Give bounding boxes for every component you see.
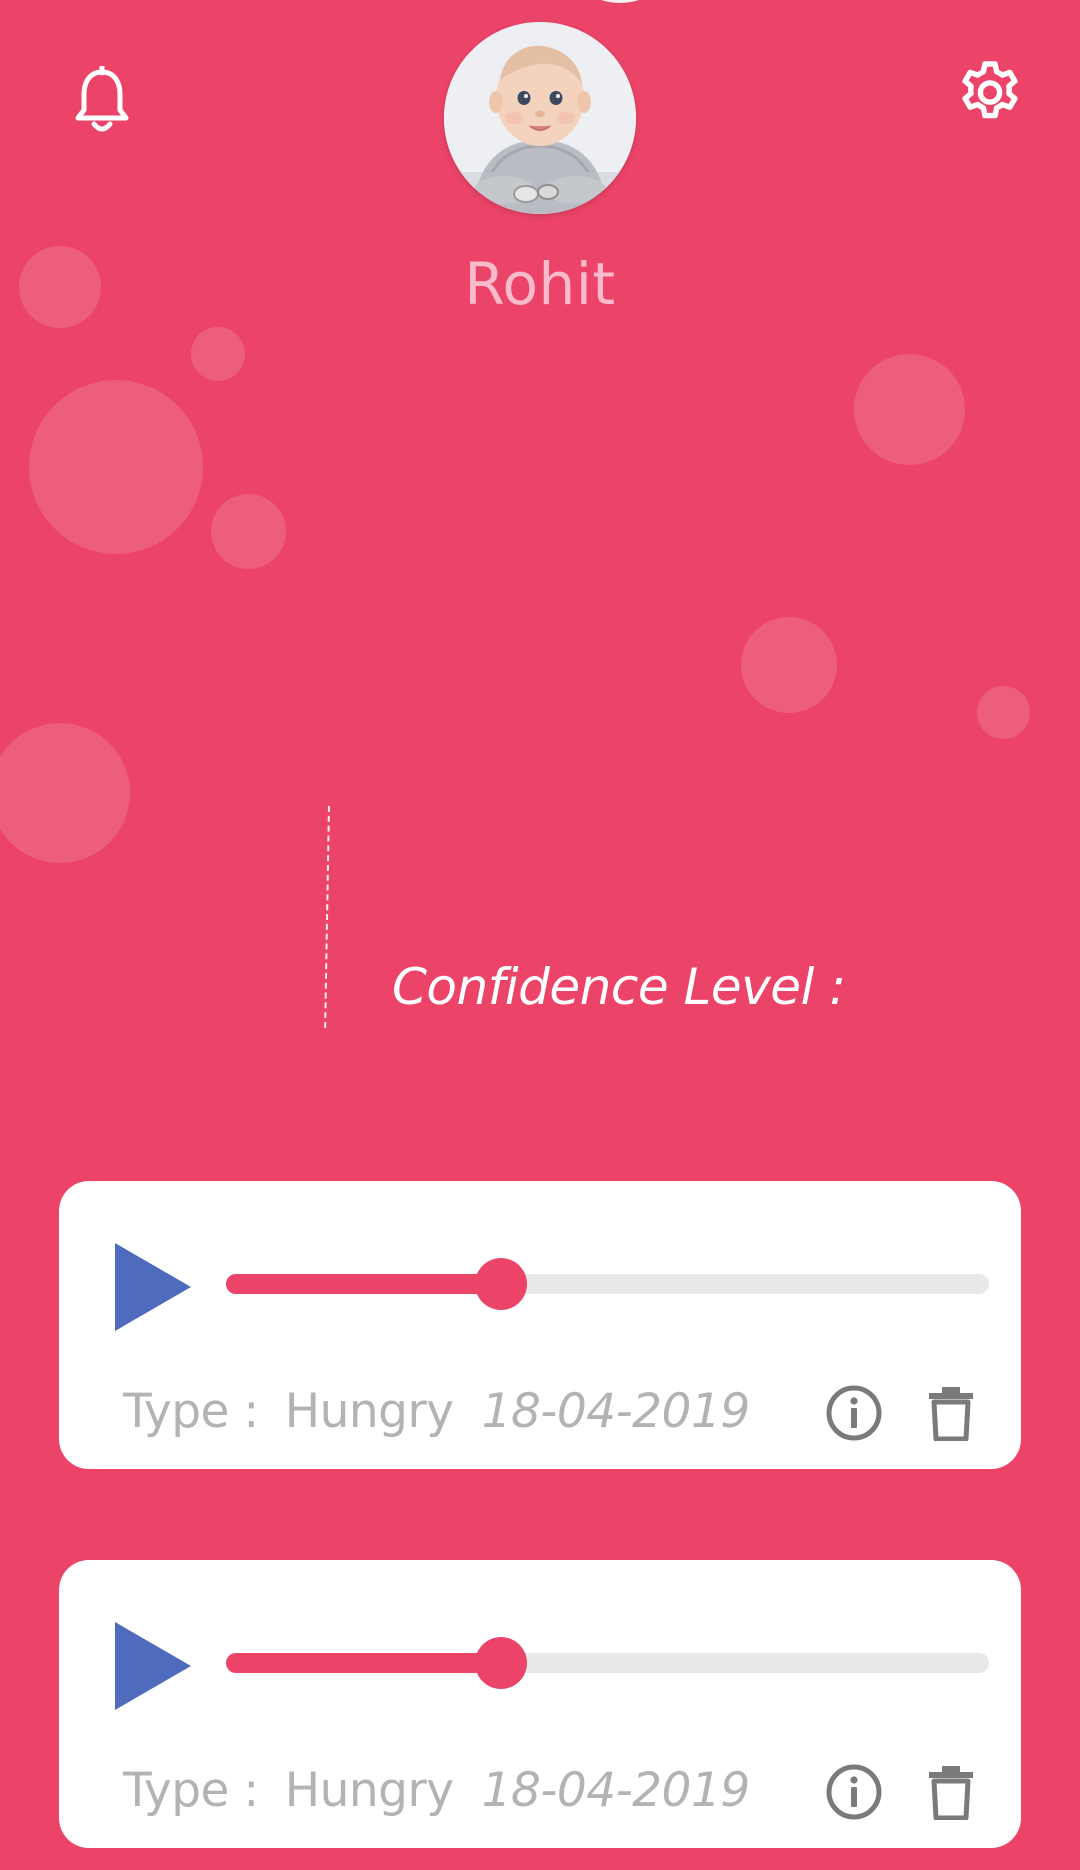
- dashed-divider: [324, 806, 330, 1029]
- audio-progress-slider[interactable]: [226, 1258, 989, 1310]
- audio-progress-fill: [226, 1653, 501, 1673]
- decorative-bubble: [854, 354, 965, 465]
- audio-progress-fill: [226, 1274, 501, 1294]
- recording-meta: Type : Hungry 18-04-2019: [123, 1763, 750, 1818]
- avatar[interactable]: [444, 22, 636, 214]
- profile-name: Rohit: [464, 250, 616, 318]
- info-icon: [826, 1385, 882, 1441]
- recording-card: Type : Hungry 18-04-2019: [59, 1560, 1021, 1848]
- decorative-bubble: [29, 380, 203, 554]
- baby-photo: [444, 22, 636, 214]
- play-icon[interactable]: [115, 1243, 191, 1331]
- type-label: Type :: [123, 1384, 259, 1439]
- decorative-bubble: [741, 617, 837, 713]
- recording-meta: Type : Hungry 18-04-2019: [123, 1384, 750, 1439]
- gear-icon: [962, 61, 1018, 119]
- confidence-level-label: Confidence Level :: [392, 958, 846, 1016]
- decorative-bubble: [977, 686, 1030, 739]
- info-button[interactable]: [825, 1763, 883, 1821]
- info-icon: [826, 1764, 882, 1820]
- info-button[interactable]: [825, 1384, 883, 1442]
- type-label: Type :: [123, 1763, 259, 1818]
- notifications-button[interactable]: [66, 62, 138, 140]
- app-screen: Rohit Confidence Level : Type : Hungry 18-…: [0, 0, 1080, 1870]
- audio-progress-slider[interactable]: [226, 1637, 989, 1689]
- decorative-bubble: [191, 327, 245, 381]
- decorative-bubble: [211, 494, 286, 569]
- trash-icon: [929, 1766, 973, 1821]
- play-icon[interactable]: [115, 1622, 191, 1710]
- delete-button[interactable]: [927, 1385, 975, 1442]
- slider-thumb[interactable]: [474, 1637, 527, 1689]
- trash-icon: [929, 1387, 973, 1442]
- decorative-bubble: [19, 246, 101, 328]
- settings-button[interactable]: [950, 54, 1030, 134]
- type-value: Hungry: [284, 1763, 454, 1818]
- recording-date: 18-04-2019: [481, 1763, 751, 1818]
- recording-date: 18-04-2019: [481, 1384, 751, 1439]
- bell-icon: [75, 66, 129, 132]
- delete-button[interactable]: [927, 1764, 975, 1821]
- slider-thumb[interactable]: [474, 1258, 527, 1310]
- decorative-bubble: [0, 723, 130, 863]
- recording-card: Type : Hungry 18-04-2019: [59, 1181, 1021, 1469]
- top-decorative-arc: [560, 0, 680, 3]
- type-value: Hungry: [284, 1384, 454, 1439]
